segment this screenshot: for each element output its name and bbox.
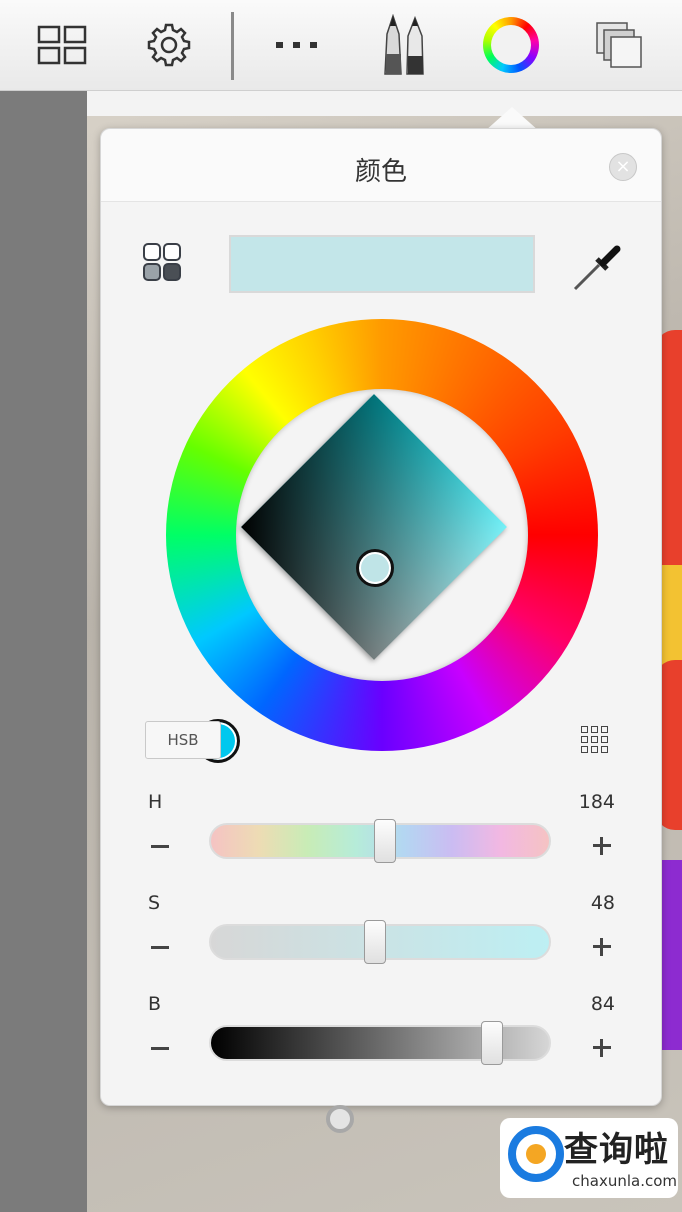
eyedropper-icon[interactable] [569,243,623,293]
toolbar-separator [231,12,234,80]
color-wheel[interactable] [166,319,598,763]
brightness-slider-thumb[interactable] [481,1021,503,1065]
saturation-label: S [148,892,161,914]
brightness-decrement-button[interactable] [151,1047,169,1050]
brush-tools-icon[interactable] [368,10,438,80]
top-toolbar [0,0,682,91]
brightness-label: B [148,993,162,1015]
saturation-brightness-marker[interactable] [356,549,394,587]
brightness-value: 84 [590,993,615,1015]
saturation-increment-button[interactable] [593,938,611,956]
color-wheel-icon[interactable] [476,10,546,80]
close-button[interactable]: × [609,153,637,181]
hue-increment-button[interactable] [593,837,611,855]
hue-slider-thumb[interactable] [374,819,396,863]
saturation-decrement-button[interactable] [151,946,169,949]
panel-header: 颜色 × [101,129,661,202]
panel-title: 颜色 [354,157,407,187]
palette-grid-icon[interactable] [581,726,609,754]
color-panel: 颜色 × HSB H 184 S 48 B 84 [100,128,662,1106]
hue-decrement-button[interactable] [151,845,169,848]
more-dots-icon[interactable] [262,10,332,80]
watermark: 查询啦 chaxunla.com [500,1118,678,1198]
hue-value: 184 [578,791,615,813]
swatch-library-icon[interactable] [143,243,183,283]
layers-icon[interactable] [584,10,654,80]
settings-gear-icon[interactable] [134,10,204,80]
canvas-handle[interactable] [326,1105,354,1133]
color-mode-button[interactable]: HSB [145,721,221,759]
watermark-title: 查询啦 [564,1130,669,1170]
watermark-logo-icon [508,1126,564,1182]
current-color-preview [229,235,535,293]
brightness-increment-button[interactable] [593,1039,611,1057]
canvas-top-strip [87,90,682,116]
saturation-slider-thumb[interactable] [364,920,386,964]
layout-grid-icon[interactable] [27,10,97,80]
watermark-url: chaxunla.com [572,1172,677,1190]
workspace-margin [0,90,87,1212]
saturation-value: 48 [590,892,615,914]
hue-label: H [148,791,163,813]
